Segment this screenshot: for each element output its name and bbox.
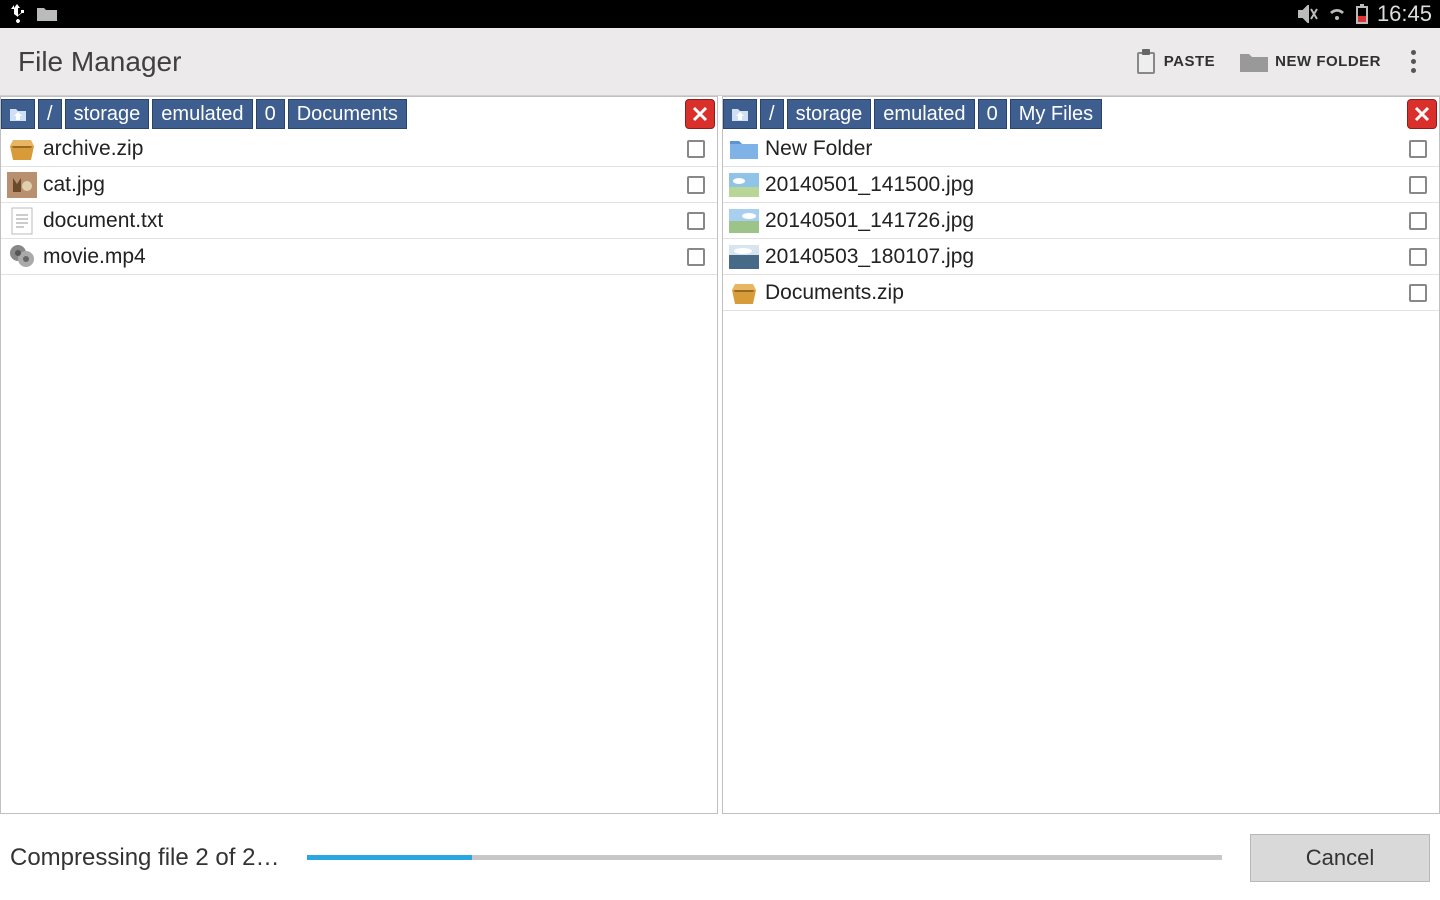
- file-name: cat.jpg: [43, 173, 687, 197]
- progress-bar-area: Compressing file 2 of 2… Cancel: [0, 814, 1440, 900]
- breadcrumb-segment[interactable]: 0: [256, 99, 285, 129]
- file-row[interactable]: New Folder: [723, 131, 1439, 167]
- cancel-label: Cancel: [1306, 845, 1374, 871]
- close-icon: [691, 105, 709, 123]
- left-breadcrumb: /storageemulated0Documents: [1, 97, 717, 131]
- file-name: document.txt: [43, 209, 687, 233]
- img-sky2-icon: [729, 206, 759, 236]
- folder-status-icon: [36, 5, 58, 23]
- clipboard-icon: [1134, 48, 1158, 76]
- folder-plus-icon: [1239, 50, 1269, 74]
- close-left-pane-button[interactable]: [685, 99, 715, 129]
- file-name: New Folder: [765, 137, 1409, 161]
- file-row[interactable]: archive.zip: [1, 131, 717, 167]
- breadcrumb-segment[interactable]: /: [760, 99, 784, 129]
- select-checkbox[interactable]: [687, 248, 705, 266]
- file-name: 20140501_141500.jpg: [765, 173, 1409, 197]
- select-checkbox[interactable]: [1409, 176, 1427, 194]
- progress-track: [307, 855, 1222, 860]
- breadcrumb-segment[interactable]: My Files: [1010, 99, 1102, 129]
- right-pane: /storageemulated0My Files New Folder 2014…: [722, 96, 1440, 814]
- wifi-icon: [1327, 6, 1347, 22]
- file-row[interactable]: cat.jpg: [1, 167, 717, 203]
- img-sea-icon: [729, 242, 759, 272]
- img-cat-icon: [7, 170, 37, 200]
- paste-label: PASTE: [1164, 53, 1215, 70]
- folder-icon: [729, 134, 759, 164]
- right-breadcrumb: /storageemulated0My Files: [723, 97, 1439, 131]
- app-title: File Manager: [18, 46, 181, 78]
- progress-text: Compressing file 2 of 2…: [10, 844, 279, 872]
- file-row[interactable]: movie.mp4: [1, 239, 717, 275]
- file-name: 20140501_141726.jpg: [765, 209, 1409, 233]
- usb-icon: [8, 4, 26, 24]
- breadcrumb-segment[interactable]: storage: [65, 99, 150, 129]
- battery-warn-icon: [1355, 4, 1369, 24]
- progress-fill: [307, 855, 472, 860]
- img-sky-icon: [729, 170, 759, 200]
- select-checkbox[interactable]: [687, 176, 705, 194]
- home-crumb[interactable]: [723, 99, 757, 129]
- overflow-menu-button[interactable]: [1405, 44, 1422, 79]
- paste-button[interactable]: PASTE: [1134, 48, 1215, 76]
- file-name: movie.mp4: [43, 245, 687, 269]
- zip-icon: [729, 278, 759, 308]
- select-checkbox[interactable]: [687, 212, 705, 230]
- right-file-list: New Folder 20140501_141500.jpg 20140501_14…: [723, 131, 1439, 813]
- breadcrumb-segment[interactable]: 0: [978, 99, 1007, 129]
- mute-icon: [1297, 5, 1319, 23]
- file-row[interactable]: document.txt: [1, 203, 717, 239]
- file-row[interactable]: 20140503_180107.jpg: [723, 239, 1439, 275]
- app-action-bar: File Manager PASTE NEW FOLDER: [0, 28, 1440, 96]
- home-icon: [8, 105, 28, 123]
- close-icon: [1413, 105, 1431, 123]
- android-status-bar: 16:45: [0, 0, 1440, 28]
- file-name: archive.zip: [43, 137, 687, 161]
- file-name: Documents.zip: [765, 281, 1409, 305]
- left-file-list: archive.zip cat.jpg document.txt movie.mp4: [1, 131, 717, 813]
- file-name: 20140503_180107.jpg: [765, 245, 1409, 269]
- dual-pane-container: /storageemulated0Documents archive.zipca…: [0, 96, 1440, 814]
- new-folder-label: NEW FOLDER: [1275, 53, 1381, 70]
- select-checkbox[interactable]: [1409, 284, 1427, 302]
- home-icon: [730, 105, 750, 123]
- breadcrumb-segment[interactable]: Documents: [288, 99, 407, 129]
- film-icon: [7, 242, 37, 272]
- select-checkbox[interactable]: [1409, 212, 1427, 230]
- home-crumb[interactable]: [1, 99, 35, 129]
- file-row[interactable]: 20140501_141500.jpg: [723, 167, 1439, 203]
- file-row[interactable]: 20140501_141726.jpg: [723, 203, 1439, 239]
- breadcrumb-segment[interactable]: emulated: [152, 99, 252, 129]
- zip-icon: [7, 134, 37, 164]
- new-folder-button[interactable]: NEW FOLDER: [1239, 50, 1381, 74]
- cancel-button[interactable]: Cancel: [1250, 834, 1430, 882]
- close-right-pane-button[interactable]: [1407, 99, 1437, 129]
- select-checkbox[interactable]: [1409, 248, 1427, 266]
- select-checkbox[interactable]: [687, 140, 705, 158]
- file-row[interactable]: Documents.zip: [723, 275, 1439, 311]
- breadcrumb-segment[interactable]: emulated: [874, 99, 974, 129]
- breadcrumb-segment[interactable]: /: [38, 99, 62, 129]
- select-checkbox[interactable]: [1409, 140, 1427, 158]
- txt-icon: [7, 206, 37, 236]
- status-time: 16:45: [1377, 1, 1432, 27]
- left-pane: /storageemulated0Documents archive.zip ca…: [0, 96, 718, 814]
- breadcrumb-segment[interactable]: storage: [787, 99, 872, 129]
